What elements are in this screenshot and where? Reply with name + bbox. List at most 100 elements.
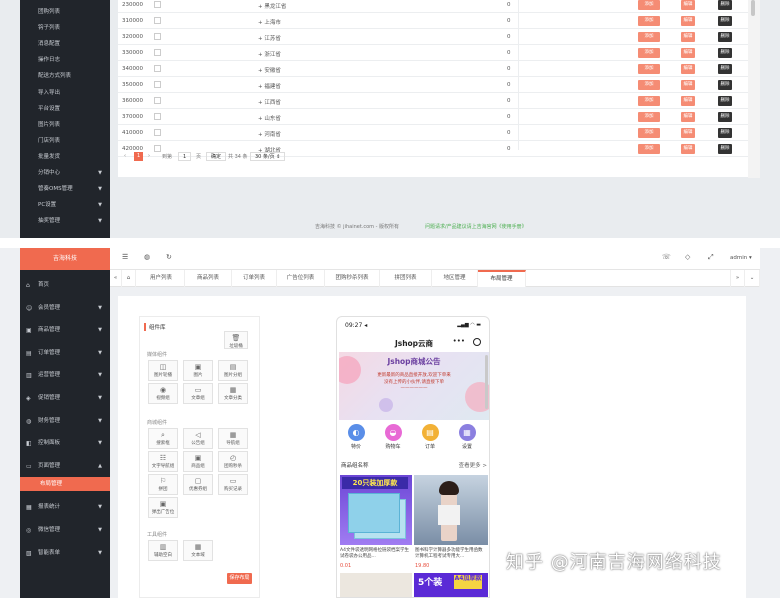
sidebar-item[interactable]: 门店列表: [20, 133, 110, 149]
edit-button[interactable]: 编辑: [681, 64, 695, 74]
region-name[interactable]: + 江西省: [258, 98, 281, 106]
nav-subitem-layout[interactable]: 布局管理: [20, 477, 110, 492]
tag-icon[interactable]: ◇: [685, 253, 690, 261]
nav-item[interactable]: ▭ 页面管理 ▲: [20, 455, 110, 478]
add-button[interactable]: 添加: [638, 48, 660, 58]
quick-nav-item[interactable]: ◒ 购物车: [378, 424, 408, 450]
product-image[interactable]: [414, 475, 488, 545]
nav-item[interactable]: ◧ 控制面板 ▼: [20, 432, 110, 455]
nav-item[interactable]: ▤ 订单管理 ▼: [20, 342, 110, 365]
component-tile[interactable]: ◴ 团购秒杀: [218, 451, 248, 472]
nav-item[interactable]: ▦ 报表统计 ▼: [20, 496, 110, 519]
edit-button[interactable]: 编辑: [681, 32, 695, 42]
region-name[interactable]: + 安徽省: [258, 66, 281, 74]
edit-button[interactable]: 编辑: [681, 48, 695, 58]
page-current-button[interactable]: 1: [134, 152, 144, 161]
sidebar-item[interactable]: PC设置 ▼: [20, 197, 110, 213]
component-tile[interactable]: ⚐ 拼团: [148, 474, 178, 495]
page-next-button[interactable]: ›: [148, 153, 150, 159]
sidebar-item[interactable]: 消息配置: [20, 36, 110, 52]
delete-button[interactable]: 删除: [718, 32, 732, 42]
fullscreen-icon[interactable]: ⤢: [708, 253, 714, 262]
target-icon[interactable]: [473, 338, 481, 346]
notice-banner[interactable]: Jshop商城公告 更新最新的商品直接开放,欢迎下单来 没有上传的小伙伴,请直接…: [339, 352, 489, 420]
refresh-icon[interactable]: ↻: [166, 253, 172, 261]
edit-button[interactable]: 编辑: [681, 128, 695, 138]
page-confirm-button[interactable]: 确定: [206, 152, 227, 161]
component-tile[interactable]: ◉ 视频组: [148, 383, 178, 404]
quick-nav-item[interactable]: ◐ 特价: [341, 424, 371, 450]
region-name[interactable]: + 黑龙江省: [258, 2, 286, 10]
component-tile[interactable]: ▭ 文章组: [183, 383, 213, 404]
sidebar-item[interactable]: 管奏OMS管理 ▼: [20, 181, 110, 197]
tab-item[interactable]: 广告位列表: [277, 270, 325, 287]
component-tile[interactable]: ▣ 图片: [183, 360, 213, 381]
edit-button[interactable]: 编辑: [681, 112, 695, 122]
component-tile[interactable]: ▣ 弹出广告位: [148, 497, 178, 518]
delete-button[interactable]: 删除: [718, 80, 732, 90]
add-button[interactable]: 添加: [638, 128, 660, 138]
tab-item[interactable]: 拼团列表: [380, 270, 432, 287]
component-tile[interactable]: ⌕ 搜索框: [148, 428, 178, 449]
delete-button[interactable]: 删除: [718, 48, 732, 58]
product-title[interactable]: A4文件袋透明网格拉链袋档案学生试卷袋办公用品...: [340, 548, 410, 560]
region-name[interactable]: + 江苏省: [258, 34, 281, 42]
page-prev-button[interactable]: ‹: [124, 153, 126, 159]
add-button[interactable]: 添加: [638, 0, 660, 10]
nav-item[interactable]: ⌂ 首页: [20, 274, 110, 297]
sidebar-item[interactable]: 批量发货: [20, 149, 110, 165]
row-checkbox[interactable]: [154, 113, 161, 120]
nav-item[interactable]: ▥ 运营管理 ▼: [20, 364, 110, 387]
edit-button[interactable]: 编辑: [681, 0, 695, 10]
vertical-scrollbar[interactable]: [748, 0, 760, 178]
row-checkbox[interactable]: [154, 17, 161, 24]
quick-nav-item[interactable]: ▤ 订单: [415, 424, 445, 450]
nav-item[interactable]: ◈ 促销管理 ▼: [20, 387, 110, 410]
row-checkbox[interactable]: [154, 1, 161, 8]
nav-item[interactable]: ▧ 智能表单 ▼: [20, 542, 110, 565]
sidebar-item[interactable]: 分销中心 ▼: [20, 165, 110, 181]
sidebar-item[interactable]: 平台设置: [20, 101, 110, 117]
nav-item[interactable]: ▣ 商品管理 ▼: [20, 319, 110, 342]
tab-item[interactable]: 团购秒杀列表: [325, 270, 380, 287]
edit-button[interactable]: 编辑: [681, 80, 695, 90]
delete-button[interactable]: 删除: [718, 0, 732, 10]
component-tile[interactable]: ▤ 图片分组: [218, 360, 248, 381]
row-checkbox[interactable]: [154, 65, 161, 72]
delete-button[interactable]: 删除: [718, 128, 732, 138]
component-tile[interactable]: ▭ 购买记录: [218, 474, 248, 495]
page-size-select[interactable]: 30 条/页 ⇕: [250, 152, 286, 161]
tabs-forward-icon[interactable]: »: [730, 270, 745, 287]
add-button[interactable]: 添加: [638, 64, 660, 74]
sidebar-item[interactable]: 导入导出: [20, 85, 110, 101]
row-checkbox[interactable]: [154, 33, 161, 40]
component-tile[interactable]: ◁ 公告组: [183, 428, 213, 449]
region-name[interactable]: + 浙江省: [258, 50, 281, 58]
delete-button[interactable]: 删除: [718, 64, 732, 74]
more-icon[interactable]: •••: [453, 337, 465, 345]
tabs-home-icon[interactable]: ⌂: [122, 270, 136, 287]
save-layout-button[interactable]: 保存布局: [227, 573, 252, 584]
product-title[interactable]: 图书科学计算器多功能学生用函数计算机工程考试专用大...: [415, 548, 485, 560]
product-image[interactable]: 5个装 A4加厚款: [414, 573, 488, 597]
sidebar-item[interactable]: 抽奖管理 ▼: [20, 213, 110, 229]
row-checkbox[interactable]: [154, 49, 161, 56]
add-button[interactable]: 添加: [638, 112, 660, 122]
phone-scrollbar[interactable]: [485, 355, 488, 409]
nav-item[interactable]: ◍ 财务管理 ▼: [20, 410, 110, 433]
region-name[interactable]: + 山东省: [258, 114, 281, 122]
tab-item[interactable]: 商品列表: [185, 270, 232, 287]
add-button[interactable]: 添加: [638, 32, 660, 42]
add-button[interactable]: 添加: [638, 96, 660, 106]
component-tile[interactable]: ▦ 文章分类: [218, 383, 248, 404]
view-more-link[interactable]: 查看更多 >: [459, 461, 487, 469]
component-tile[interactable]: ▣ 商品组: [183, 451, 213, 472]
edit-button[interactable]: 编辑: [681, 96, 695, 106]
user-menu[interactable]: admin ▾: [730, 255, 752, 261]
nav-item[interactable]: ◎ 微信管理 ▼: [20, 519, 110, 542]
row-checkbox[interactable]: [154, 129, 161, 136]
tab-item[interactable]: 布局管理: [478, 270, 526, 287]
tab-item[interactable]: 订单列表: [232, 270, 277, 287]
delete-button[interactable]: 删除: [718, 112, 732, 122]
region-name[interactable]: + 河南省: [258, 130, 281, 138]
